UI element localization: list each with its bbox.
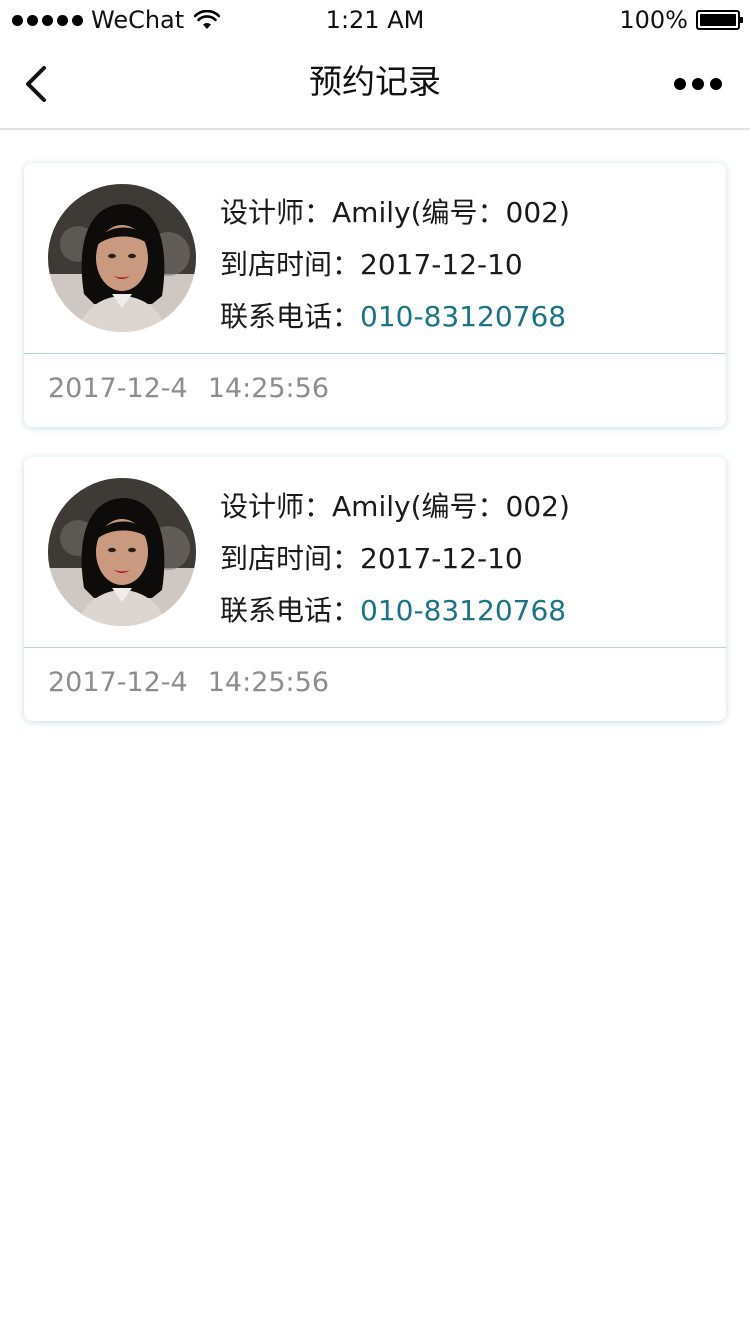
battery-icon xyxy=(696,10,743,30)
created-timestamp: 2017-12-4 14:25:56 xyxy=(48,665,329,701)
visit-time-label: 到店时间： xyxy=(220,542,361,575)
appointment-card-body: 设计师：Amily(编号：002) 到店时间：2017-12-10 联系电话：0… xyxy=(24,457,726,648)
phone-link[interactable]: 010-83120768 xyxy=(360,300,566,333)
appointment-card[interactable]: 设计师：Amily(编号：002) 到店时间：2017-12-10 联系电话：0… xyxy=(24,457,726,721)
created-time: 14:25:56 xyxy=(207,667,329,698)
created-date: 2017-12-4 xyxy=(48,373,188,404)
more-dot-icon xyxy=(692,78,704,90)
visit-time-row: 到店时间：2017-12-10 xyxy=(220,533,570,585)
visit-date: 2017-12-10 xyxy=(360,542,523,575)
more-dot-icon xyxy=(674,78,686,90)
visit-date: 2017-12-10 xyxy=(360,248,523,281)
phone-row: 联系电话：010-83120768 xyxy=(220,291,570,343)
appointment-card-body: 设计师：Amily(编号：002) 到店时间：2017-12-10 联系电话：0… xyxy=(24,163,726,354)
created-timestamp: 2017-12-4 14:25:56 xyxy=(48,371,329,407)
designer-label: 设计师： xyxy=(220,490,333,523)
more-dot-icon xyxy=(710,78,722,90)
designer-row: 设计师：Amily(编号：002) xyxy=(220,187,570,239)
phone-label: 联系电话： xyxy=(220,300,361,333)
phone-label: 联系电话： xyxy=(220,594,361,627)
appointment-info: 设计师：Amily(编号：002) 到店时间：2017-12-10 联系电话：0… xyxy=(220,187,570,343)
designer-name: Amily(编号：002) xyxy=(332,196,570,229)
battery-percent: 100% xyxy=(619,6,688,34)
appointment-card[interactable]: 设计师：Amily(编号：002) 到店时间：2017-12-10 联系电话：0… xyxy=(24,163,726,427)
designer-avatar xyxy=(48,184,196,332)
visit-time-label: 到店时间： xyxy=(220,248,361,281)
more-options-button[interactable] xyxy=(674,72,722,96)
phone-link[interactable]: 010-83120768 xyxy=(360,594,566,627)
phone-row: 联系电话：010-83120768 xyxy=(220,585,570,637)
designer-row: 设计师：Amily(编号：002) xyxy=(220,481,570,533)
designer-label: 设计师： xyxy=(220,196,333,229)
page-title: 预约记录 xyxy=(309,62,441,101)
nav-bar: 预约记录 xyxy=(0,40,750,130)
visit-time-row: 到店时间：2017-12-10 xyxy=(220,239,570,291)
appointment-list: 设计师：Amily(编号：002) 到店时间：2017-12-10 联系电话：0… xyxy=(24,163,726,751)
created-time: 14:25:56 xyxy=(207,373,329,404)
created-date: 2017-12-4 xyxy=(48,667,188,698)
status-bar: WeChat 1:21 AM 100% xyxy=(0,0,750,40)
designer-name: Amily(编号：002) xyxy=(332,490,570,523)
appointment-info: 设计师：Amily(编号：002) 到店时间：2017-12-10 联系电话：0… xyxy=(220,481,570,637)
status-bar-right: 100% xyxy=(619,6,743,34)
designer-avatar xyxy=(48,478,196,626)
